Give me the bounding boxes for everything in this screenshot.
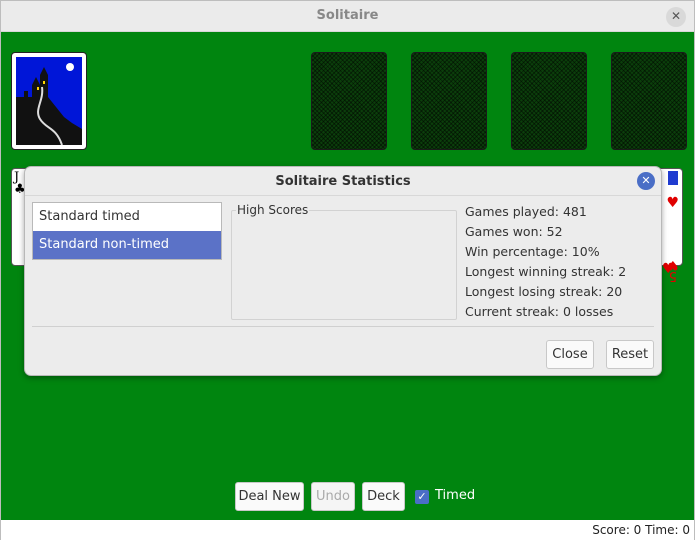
deck-button[interactable]: Deck — [362, 482, 405, 511]
list-item-standard-timed[interactable]: Standard timed — [33, 203, 221, 231]
divider — [25, 195, 661, 196]
timed-checkbox[interactable]: ✓ — [415, 490, 429, 504]
castle-card-back-art — [16, 57, 82, 145]
undo-button[interactable]: Undo — [311, 482, 355, 511]
close-button[interactable]: Close — [546, 340, 594, 369]
score-time-readout: Score: 0 Time: 0 — [592, 523, 690, 537]
window-close-button[interactable]: ✕ — [666, 7, 686, 27]
stat-longest-losing-streak: Longest losing streak: 20 — [465, 284, 623, 299]
castle-icon — [16, 57, 82, 145]
reset-button[interactable]: Reset — [606, 340, 654, 369]
high-scores-frame — [231, 210, 457, 320]
foundation-slot-4[interactable] — [611, 52, 687, 150]
stat-current-streak: Current streak: 0 losses — [465, 304, 614, 319]
stat-longest-winning-streak: Longest winning streak: 2 — [465, 264, 627, 279]
statistics-dialog: Solitaire Statistics ✕ Standard timed St… — [24, 166, 662, 376]
stats-list: Games played: 481 Games won: 52 Win perc… — [465, 204, 626, 324]
stock-pile[interactable] — [11, 52, 87, 150]
foundation-slot-2[interactable] — [411, 52, 487, 150]
window-title: Solitaire — [316, 8, 379, 23]
foundation-slot-1[interactable] — [311, 52, 387, 150]
high-scores-label: High Scores — [236, 203, 310, 217]
stat-win-percentage: Win percentage: 10% — [465, 244, 600, 259]
stat-games-played: Games played: 481 — [465, 204, 587, 219]
deal-new-button[interactable]: Deal New — [235, 482, 304, 511]
foundation-slot-3[interactable] — [511, 52, 587, 150]
divider — [32, 326, 654, 327]
timed-label: Timed — [435, 488, 476, 503]
stat-games-won: Games won: 52 — [465, 224, 563, 239]
title-bar[interactable]: Solitaire ✕ — [1, 1, 694, 32]
heart-icon: ♥ — [662, 261, 675, 277]
card-corner-art — [668, 171, 678, 185]
game-type-list[interactable]: Standard timed Standard non-timed — [32, 202, 222, 260]
dialog-title: Solitaire Statistics — [275, 174, 411, 189]
status-bar: Score: 0 Time: 0 — [1, 520, 694, 540]
dialog-close-icon[interactable]: ✕ — [637, 172, 655, 190]
list-item-standard-non-timed[interactable]: Standard non-timed — [33, 231, 221, 259]
heart-icon: ♥ — [666, 195, 679, 211]
